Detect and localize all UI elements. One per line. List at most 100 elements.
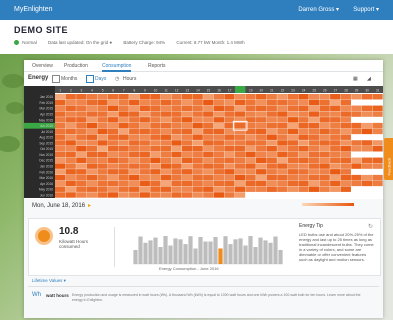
heatmap-cell[interactable] [213, 186, 224, 192]
heatmap-cell[interactable] [181, 105, 193, 112]
heatmap-cell[interactable] [139, 122, 150, 129]
heatmap-cell[interactable] [287, 134, 299, 140]
heatmap-cell[interactable] [181, 134, 193, 140]
heatmap-cell[interactable] [256, 186, 267, 192]
heatmap-cell[interactable] [192, 174, 203, 181]
heatmap-cell[interactable] [256, 163, 267, 169]
heatmap-cell[interactable] [139, 186, 150, 192]
heatmap-cell[interactable] [234, 122, 246, 129]
heatmap-cell[interactable] [76, 192, 87, 198]
heatmap-cell[interactable] [192, 105, 203, 112]
tab-reports[interactable]: Reports [148, 63, 166, 69]
heatmap-cell[interactable] [86, 146, 98, 152]
heatmap-cell[interactable] [118, 128, 129, 135]
heatmap-cell[interactable] [55, 105, 66, 112]
heatmap-cell[interactable] [287, 99, 299, 106]
heatmap-cell[interactable] [340, 192, 351, 198]
heatmap-cell[interactable] [330, 169, 341, 175]
tab-consumption[interactable]: Consumption [102, 63, 132, 72]
heatmap-cell[interactable] [308, 117, 320, 123]
heatmap-cell[interactable] [118, 186, 129, 192]
heatmap-cell[interactable] [340, 169, 351, 175]
heatmap-cell[interactable] [65, 128, 76, 135]
heatmap-cell[interactable] [298, 192, 309, 198]
heatmap-cell[interactable] [277, 192, 288, 198]
heatmap-cell[interactable] [266, 186, 277, 192]
heatmap-cell[interactable] [203, 94, 214, 100]
heatmap-cell[interactable] [129, 192, 140, 198]
heatmap-cell[interactable] [181, 140, 193, 146]
heatmap-cell[interactable] [330, 151, 341, 158]
heatmap-cell[interactable] [55, 163, 66, 169]
heatmap-cell[interactable] [86, 134, 98, 140]
heatmap-cell[interactable] [118, 117, 129, 123]
heatmap-cell[interactable] [65, 151, 76, 158]
heatmap-cell[interactable] [107, 140, 119, 146]
heatmap-cell[interactable] [330, 174, 341, 181]
heatmap-cell[interactable] [319, 122, 330, 129]
heatmap-cell[interactable] [298, 134, 309, 140]
heatmap-cell[interactable] [150, 151, 161, 158]
heatmap-cell[interactable] [277, 128, 288, 135]
heatmap-cell[interactable] [118, 134, 129, 140]
heatmap-cell[interactable] [65, 94, 76, 100]
lifetime-values-link[interactable]: Lifetime Values ▾ [32, 278, 66, 284]
heatmap-cell[interactable] [298, 157, 309, 164]
heatmap-cell[interactable] [308, 111, 320, 117]
heatmap-cell[interactable] [129, 117, 140, 123]
heatmap-cell[interactable] [65, 105, 76, 112]
heatmap-cell[interactable] [171, 140, 182, 146]
heatmap-cell[interactable] [256, 111, 267, 117]
heatmap-cell[interactable] [129, 169, 140, 175]
heatmap-cell[interactable] [330, 94, 341, 100]
user-menu[interactable]: Darren Gross ▾ [298, 6, 339, 13]
heatmap-cell[interactable] [319, 169, 330, 175]
heatmap-cell[interactable] [256, 122, 267, 129]
heatmap-cell[interactable] [266, 128, 277, 135]
heatmap-cell[interactable] [340, 122, 351, 129]
heatmap-cell[interactable] [340, 105, 351, 112]
heatmap-cell[interactable] [308, 151, 320, 158]
heatmap-cell[interactable] [65, 146, 76, 152]
heatmap-cell[interactable] [287, 151, 299, 158]
heatmap-cell[interactable] [203, 99, 214, 106]
heatmap-cell[interactable] [76, 134, 87, 140]
heatmap-cell[interactable] [351, 111, 362, 117]
heatmap-cell[interactable] [150, 111, 161, 117]
heatmap-cell[interactable] [224, 169, 235, 175]
heatmap-cell[interactable] [287, 157, 299, 164]
heatmap-cell[interactable] [372, 163, 383, 169]
heatmap-cell[interactable] [118, 192, 129, 198]
heatmap-cell[interactable] [203, 105, 214, 112]
heatmap-cell[interactable] [277, 180, 288, 187]
heatmap-cell[interactable] [298, 169, 309, 175]
heatmap-cell[interactable] [234, 174, 246, 181]
heatmap-cell[interactable] [150, 94, 161, 100]
heatmap-cell[interactable] [245, 169, 256, 175]
heatmap-cell[interactable] [234, 157, 246, 164]
heatmap-cell[interactable] [330, 111, 341, 117]
heatmap-cell[interactable] [340, 180, 351, 187]
heatmap-cell[interactable] [97, 94, 108, 100]
heatmap-cell[interactable] [234, 99, 246, 106]
heatmap-cell[interactable] [351, 174, 362, 181]
heatmap-cell[interactable] [203, 128, 214, 135]
heatmap-cell[interactable] [234, 192, 246, 198]
heatmap-cell[interactable] [171, 117, 182, 123]
heatmap-cell[interactable] [139, 134, 150, 140]
heatmap-cell[interactable] [118, 122, 129, 129]
heatmap-cell[interactable] [65, 134, 76, 140]
heatmap-cell[interactable] [224, 111, 235, 117]
heatmap-cell[interactable] [181, 186, 193, 192]
heatmap-cell[interactable] [97, 111, 108, 117]
heatmap-cell[interactable] [340, 163, 351, 169]
heatmap-cell[interactable] [139, 99, 150, 106]
heatmap-cell[interactable] [372, 94, 383, 100]
heatmap-cell[interactable] [203, 117, 214, 123]
heatmap-cell[interactable] [245, 151, 256, 158]
heatmap-cell[interactable] [203, 151, 214, 158]
heatmap-cell[interactable] [76, 105, 87, 112]
heatmap-cell[interactable] [213, 134, 224, 140]
heatmap-cell[interactable] [245, 111, 256, 117]
heatmap-cell[interactable] [245, 99, 256, 106]
